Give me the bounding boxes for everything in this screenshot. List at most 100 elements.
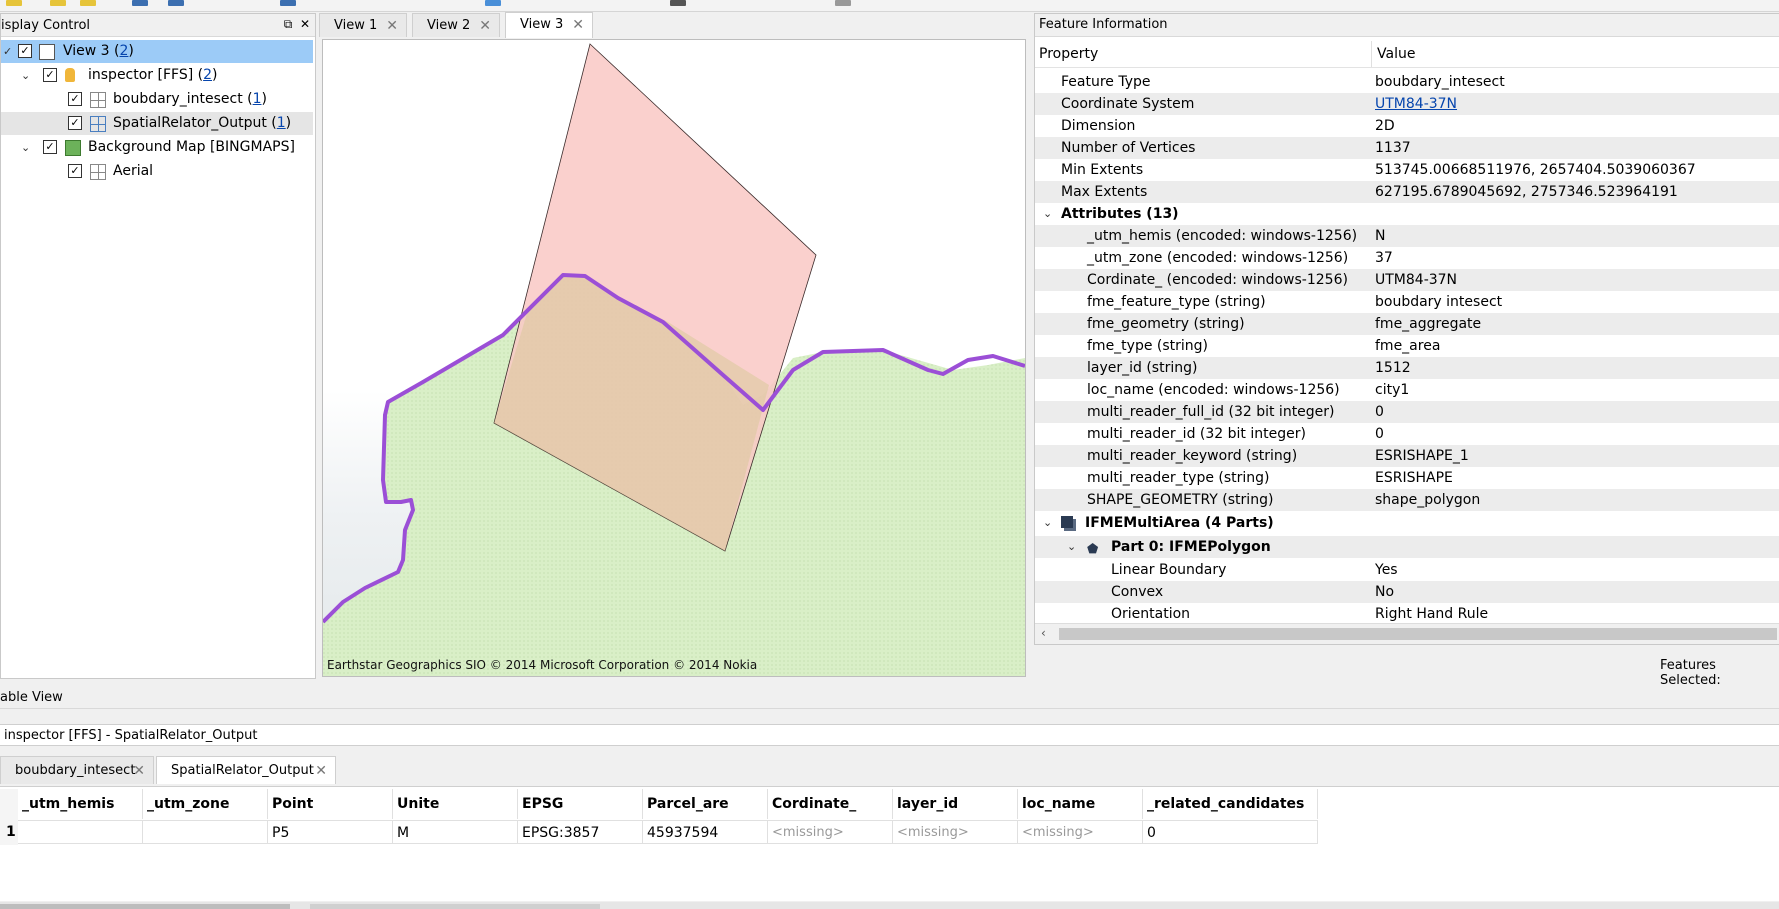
feature-info-row[interactable]: _utm_hemis (encoded: windows-1256) N	[1035, 225, 1779, 247]
feature-info-row[interactable]: fme_geometry (string) fme_aggregate	[1035, 313, 1779, 335]
tab-spatialrelator-output[interactable]: SpatialRelator_Output ✕	[156, 756, 336, 784]
feature-info-row[interactable]: Cordinate_ (encoded: windows-1256) UTM84-…	[1035, 269, 1779, 291]
tree-item-spatialrelator-output[interactable]: ✓ SpatialRelator_Output (1)	[1, 112, 313, 135]
table-cell[interactable]: M	[393, 820, 518, 844]
feature-info-row[interactable]: fme_feature_type (string) boubdary intese…	[1035, 291, 1779, 313]
count-link[interactable]: 1	[277, 115, 286, 131]
column-header[interactable]: _utm_zone	[143, 789, 268, 819]
select-icon[interactable]	[280, 0, 296, 6]
map-graphics[interactable]	[323, 40, 1025, 676]
scrollbar-thumb[interactable]	[310, 904, 600, 909]
close-icon[interactable]: ✕	[133, 757, 145, 785]
feature-info-row[interactable]: fme_type (string) fme_area	[1035, 335, 1779, 357]
map-canvas[interactable]: Earthstar Geographics SIO © 2014 Microso…	[322, 39, 1026, 677]
feature-info-row[interactable]: Orientation Right Hand Rule	[1035, 603, 1779, 625]
scrollbar-thumb[interactable]	[0, 904, 290, 909]
save-icon[interactable]	[80, 0, 96, 6]
measure-icon[interactable]	[670, 0, 686, 6]
tree-item-view3[interactable]: ✓ ✓ View 3 (2)	[1, 40, 313, 63]
close-icon[interactable]: ✕	[315, 757, 327, 785]
feature-info-row[interactable]: _utm_zone (encoded: windows-1256) 37	[1035, 247, 1779, 269]
tree-label: View 3 (	[63, 43, 120, 59]
feature-info-row[interactable]: Max Extents 627195.6789045692, 2757346.52…	[1035, 181, 1779, 203]
view-icon[interactable]	[168, 0, 184, 6]
chevron-down-icon[interactable]: ⌄	[1067, 536, 1076, 558]
count-link[interactable]: 1	[253, 91, 262, 107]
float-panel-icon[interactable]: ⧉	[281, 17, 295, 31]
column-header[interactable]: Parcel_are	[643, 789, 768, 819]
table-cell[interactable]	[143, 820, 268, 844]
feature-info-row[interactable]: multi_reader_full_id (32 bit integer) 0	[1035, 401, 1779, 423]
row-number[interactable]: 1	[0, 820, 18, 844]
checkbox-background-map[interactable]: ✓	[43, 140, 57, 154]
close-icon[interactable]: ✕	[386, 14, 398, 38]
bottom-scrollbar[interactable]	[0, 902, 1779, 909]
feature-info-row[interactable]: multi_reader_type (string) ESRISHAPE	[1035, 467, 1779, 489]
table-cell[interactable]: 45937594	[643, 820, 768, 844]
feature-info-row[interactable]: ⌄ IFMEMultiArea (4 Parts)	[1035, 512, 1779, 534]
table-cell[interactable]: 0	[1143, 820, 1318, 844]
column-header[interactable]: _utm_hemis	[18, 789, 143, 819]
column-header[interactable]: Point	[268, 789, 393, 819]
feature-info-row[interactable]: Dimension 2D	[1035, 115, 1779, 137]
checkbox-view3[interactable]: ✓	[18, 44, 32, 58]
column-header[interactable]: EPSG	[518, 789, 643, 819]
tab-view3[interactable]: View 3 ✕	[505, 12, 593, 38]
feature-info-row[interactable]: Convex No	[1035, 581, 1779, 603]
scroll-left-icon[interactable]: ‹	[1041, 626, 1046, 640]
column-header[interactable]: loc_name	[1018, 789, 1143, 819]
feature-info-row[interactable]: SHAPE_GEOMETRY (string) shape_polygon	[1035, 489, 1779, 511]
tab-view2[interactable]: View 2 ✕	[412, 13, 500, 37]
open-icon[interactable]	[6, 0, 22, 6]
tree-item-background-map[interactable]: ⌄ ✓ Background Map [BINGMAPS]	[1, 136, 313, 159]
tree-item-aerial[interactable]: ✓ Aerial	[1, 160, 313, 183]
table-cell[interactable]: <missing>	[768, 820, 893, 844]
column-header[interactable]: Unite	[393, 789, 518, 819]
checkbox-spatialrelator[interactable]: ✓	[68, 116, 82, 130]
table-cell[interactable]: <missing>	[1018, 820, 1143, 844]
tab-boubdary-intesect[interactable]: boubdary_intesect ✕	[0, 756, 154, 784]
feature-info-row[interactable]: Number of Vertices 1137	[1035, 137, 1779, 159]
close-icon[interactable]: ✕	[479, 14, 491, 38]
property-value: 627195.6789045692, 2757346.523964191	[1375, 184, 1678, 200]
close-panel-icon[interactable]: ✕	[298, 17, 312, 31]
feature-info-row[interactable]: Feature Type boubdary_intesect	[1035, 71, 1779, 93]
count-link[interactable]: 2	[203, 67, 212, 83]
close-icon[interactable]: ✕	[572, 13, 584, 37]
feature-info-row[interactable]: multi_reader_id (32 bit integer) 0	[1035, 423, 1779, 445]
settings-icon[interactable]	[835, 0, 851, 6]
table-cell[interactable]: EPSG:3857	[518, 820, 643, 844]
checkbox-boubdary[interactable]: ✓	[68, 92, 82, 106]
table-cell[interactable]: <missing>	[893, 820, 1018, 844]
chevron-down-icon[interactable]: ✓	[3, 40, 12, 63]
feature-info-row[interactable]: Min Extents 513745.00668511976, 2657404.5…	[1035, 159, 1779, 181]
feature-info-row[interactable]: ⌄ ⬟ Part 0: IFMEPolygon	[1035, 536, 1779, 558]
table-cell[interactable]	[18, 820, 143, 844]
horizontal-scrollbar[interactable]: ‹	[1035, 623, 1779, 644]
tree-item-inspector[interactable]: ⌄ ✓ inspector [FFS] (2)	[1, 64, 313, 87]
chevron-down-icon[interactable]: ⌄	[21, 64, 30, 87]
scrollbar-thumb[interactable]	[1059, 628, 1777, 640]
feature-info-row[interactable]: Linear Boundary Yes	[1035, 559, 1779, 581]
feature-info-row[interactable]: loc_name (encoded: windows-1256) city1	[1035, 379, 1779, 401]
checkbox-inspector[interactable]: ✓	[43, 68, 57, 82]
table-cell[interactable]: P5	[268, 820, 393, 844]
feature-info-row[interactable]: ⌄ Attributes (13)	[1035, 203, 1779, 225]
column-header[interactable]: _related_candidates	[1143, 789, 1318, 819]
property-value[interactable]: UTM84-37N	[1375, 93, 1457, 115]
checkbox-aerial[interactable]: ✓	[68, 164, 82, 178]
chevron-down-icon[interactable]: ⌄	[21, 136, 30, 159]
table-icon[interactable]	[132, 0, 148, 6]
chevron-down-icon[interactable]: ⌄	[1043, 203, 1052, 225]
tab-view1[interactable]: View 1 ✕	[319, 13, 407, 37]
chevron-down-icon[interactable]: ⌄	[1043, 512, 1052, 534]
column-header[interactable]: Cordinate_	[768, 789, 893, 819]
feature-info-row[interactable]: layer_id (string) 1512	[1035, 357, 1779, 379]
feature-information-panel: Feature Information Property Value Featu…	[1034, 13, 1779, 645]
feature-info-row[interactable]: Coordinate System UTM84-37N	[1035, 93, 1779, 115]
feature-info-row[interactable]: multi_reader_keyword (string) ESRISHAPE_1	[1035, 445, 1779, 467]
column-header[interactable]: layer_id	[893, 789, 1018, 819]
zoom-icon[interactable]	[485, 0, 501, 6]
folder-icon[interactable]	[50, 0, 66, 6]
tree-item-boubdary-intesect[interactable]: ✓ boubdary_intesect (1)	[1, 88, 313, 111]
